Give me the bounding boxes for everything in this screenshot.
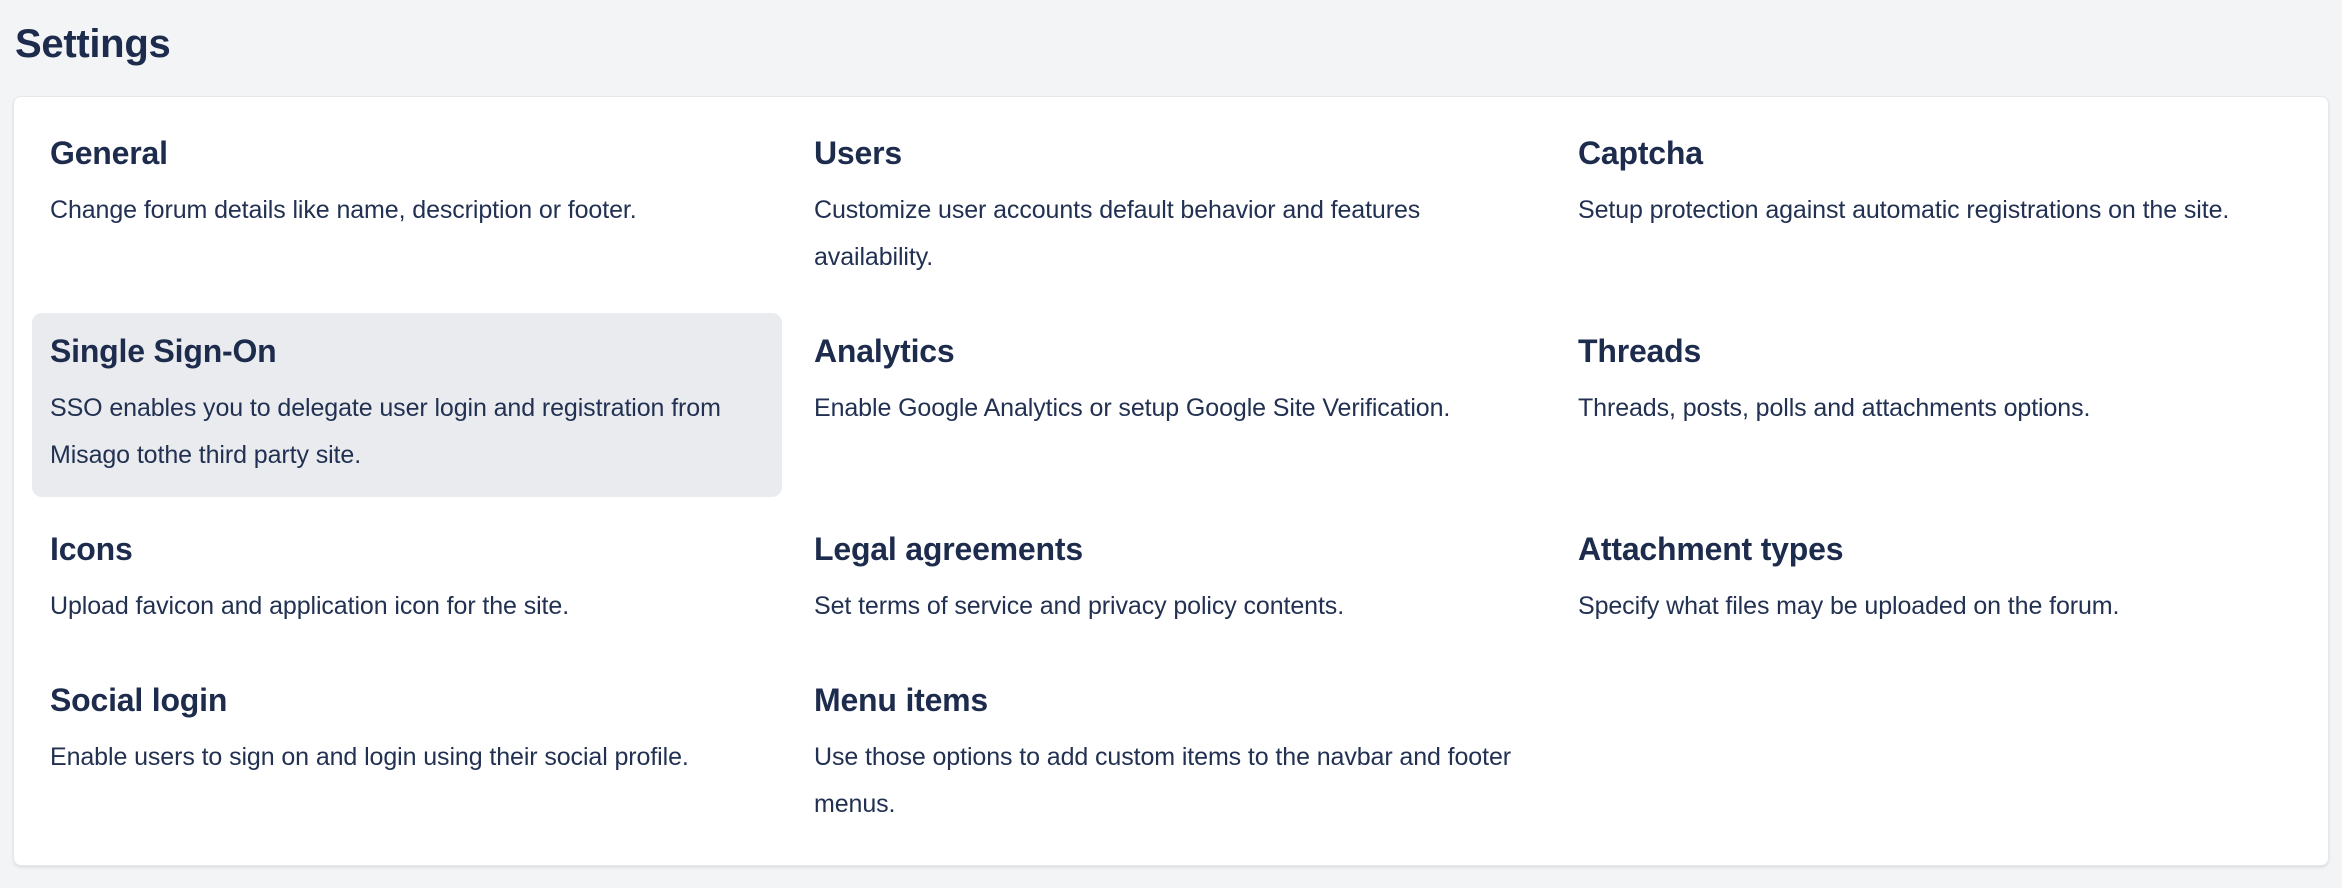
settings-item-description: Use those options to add custom items to…	[814, 734, 1519, 828]
settings-item-description: Setup protection against automatic regis…	[1578, 187, 2283, 234]
settings-item-title: Social login	[50, 680, 764, 720]
settings-item-description: Upload favicon and application icon for …	[50, 583, 755, 630]
settings-item-threads[interactable]: Threads Threads, posts, polls and attach…	[1560, 313, 2310, 497]
settings-item-title: Threads	[1578, 331, 2292, 371]
settings-item-description: Change forum details like name, descript…	[50, 187, 755, 234]
settings-item-title: Analytics	[814, 331, 1528, 371]
settings-item-description: Customize user accounts default behavior…	[814, 187, 1519, 281]
settings-item-title: Icons	[50, 529, 764, 569]
settings-item-title: Attachment types	[1578, 529, 2292, 569]
settings-item-title: Captcha	[1578, 133, 2292, 173]
settings-item-single-sign-on[interactable]: Single Sign-On SSO enables you to delega…	[32, 313, 782, 497]
page-title: Settings	[15, 20, 2329, 68]
settings-grid: General Change forum details like name, …	[32, 115, 2310, 846]
settings-item-description: Enable Google Analytics or setup Google …	[814, 385, 1519, 432]
settings-item-title: Legal agreements	[814, 529, 1528, 569]
settings-item-captcha[interactable]: Captcha Setup protection against automat…	[1560, 115, 2310, 299]
settings-item-description: Enable users to sign on and login using …	[50, 734, 755, 781]
settings-item-legal-agreements[interactable]: Legal agreements Set terms of service an…	[796, 511, 1546, 648]
settings-card: General Change forum details like name, …	[13, 96, 2329, 866]
settings-item-title: Single Sign-On	[50, 331, 764, 371]
settings-page: Settings General Change forum details li…	[0, 0, 2342, 888]
settings-item-description: Set terms of service and privacy policy …	[814, 583, 1519, 630]
settings-item-title: Users	[814, 133, 1528, 173]
settings-item-social-login[interactable]: Social login Enable users to sign on and…	[32, 662, 782, 846]
settings-item-analytics[interactable]: Analytics Enable Google Analytics or set…	[796, 313, 1546, 497]
settings-item-general[interactable]: General Change forum details like name, …	[32, 115, 782, 299]
settings-item-title: Menu items	[814, 680, 1528, 720]
settings-item-icons[interactable]: Icons Upload favicon and application ico…	[32, 511, 782, 648]
settings-item-description: Specify what files may be uploaded on th…	[1578, 583, 2283, 630]
settings-item-menu-items[interactable]: Menu items Use those options to add cust…	[796, 662, 1546, 846]
settings-item-description: SSO enables you to delegate user login a…	[50, 385, 755, 479]
settings-item-title: General	[50, 133, 764, 173]
settings-item-description: Threads, posts, polls and attachments op…	[1578, 385, 2283, 432]
settings-item-users[interactable]: Users Customize user accounts default be…	[796, 115, 1546, 299]
settings-item-attachment-types[interactable]: Attachment types Specify what files may …	[1560, 511, 2310, 648]
